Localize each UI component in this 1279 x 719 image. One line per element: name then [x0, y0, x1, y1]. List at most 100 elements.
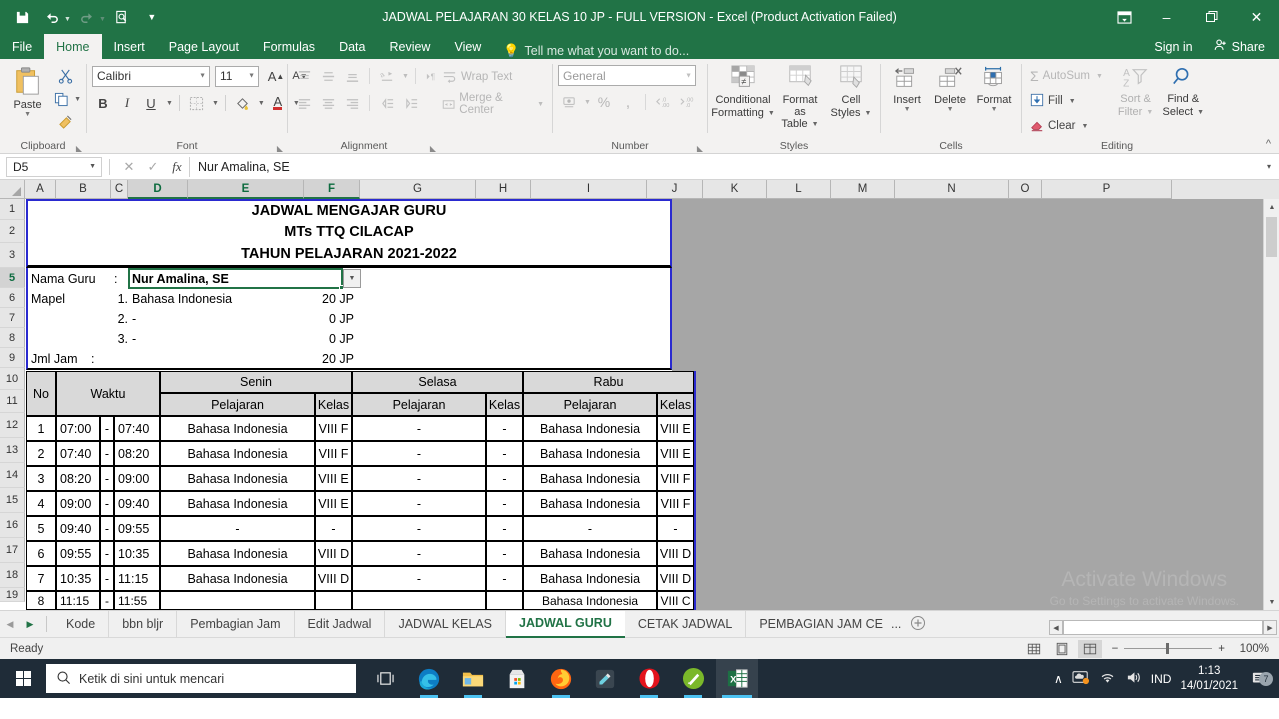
sort-filter-button[interactable]: A Z Sort & Filter ▼	[1114, 64, 1158, 120]
table-subheader-senin-kelas[interactable]: Kelas	[315, 393, 352, 416]
number-dialog-launcher-icon[interactable]: ◣	[697, 144, 703, 153]
undo-icon[interactable]	[38, 4, 66, 30]
row-header-6[interactable]: 6	[0, 288, 25, 308]
table-row-no[interactable]: 3	[26, 466, 56, 491]
merge-center-button[interactable]: Merge & Center ▼	[439, 92, 547, 116]
table-row-senin-kelas[interactable]: VIII E	[315, 491, 352, 516]
vertical-scroll-thumb[interactable]	[1266, 217, 1277, 257]
cancel-edit-button[interactable]: ✕	[117, 159, 141, 175]
tell-me-box[interactable]: 💡 Tell me what you want to do...	[493, 43, 689, 59]
name-box-dropdown-icon[interactable]: ▼	[89, 163, 96, 170]
delete-dropdown-icon[interactable]: ▼	[947, 106, 954, 113]
borders-button[interactable]	[186, 92, 208, 114]
sheet-tab-cetak-jadwal[interactable]: CETAK JADWAL	[625, 610, 747, 638]
zoom-in-button[interactable]: +	[1218, 643, 1225, 655]
sheet-tab-pembagian-jam[interactable]: Pembagian Jam	[177, 610, 295, 638]
underline-dropdown-icon[interactable]: ▼	[166, 100, 173, 107]
clipboard-dialog-launcher-icon[interactable]: ◣	[76, 144, 82, 153]
file-explorer-icon[interactable]	[452, 659, 494, 698]
fill-color-dropdown-icon[interactable]: ▼	[258, 100, 265, 107]
bold-button[interactable]: B	[92, 92, 114, 114]
orientation-dropdown-icon[interactable]: ▼	[402, 73, 409, 80]
table-row-rabu-pelajaran[interactable]: Bahasa Indonesia	[523, 416, 657, 441]
table-row-start[interactable]: 09:00	[56, 491, 100, 516]
zoom-level-label[interactable]: 100%	[1231, 643, 1269, 655]
cell-b9-colon[interactable]: :	[88, 349, 108, 369]
table-row-senin-kelas[interactable]: VIII F	[315, 416, 352, 441]
row-header-15[interactable]: 15	[0, 488, 25, 513]
table-row-selasa-pelajaran[interactable]: -	[352, 516, 486, 541]
zoom-slider[interactable]	[1124, 643, 1213, 654]
column-header-p[interactable]: P	[1042, 180, 1172, 199]
find-select-dropdown-icon[interactable]: ▼	[1197, 109, 1204, 116]
hscroll-right-icon[interactable]: ▶	[1263, 620, 1277, 635]
column-header-l[interactable]: L	[767, 180, 831, 199]
cut-button[interactable]	[50, 65, 81, 87]
table-row-end[interactable]: 10:35	[114, 541, 160, 566]
accounting-format-dropdown-icon[interactable]: ▼	[584, 99, 591, 106]
table-row-start[interactable]: 11:15	[56, 591, 100, 610]
zoom-slider-thumb[interactable]	[1166, 643, 1170, 654]
paste-button[interactable]: Paste ▼	[5, 63, 50, 120]
select-all-corner[interactable]	[0, 180, 25, 199]
save-icon[interactable]	[8, 4, 36, 30]
table-subheader-rabu-kelas[interactable]: Kelas	[657, 393, 694, 416]
autosum-button[interactable]: Σ AutoSum ▼	[1027, 65, 1112, 87]
column-header-j[interactable]: J	[647, 180, 703, 199]
table-row-rabu-pelajaran[interactable]: Bahasa Indonesia	[523, 566, 657, 591]
column-header-e[interactable]: E	[188, 180, 304, 199]
font-size-dropdown-icon[interactable]: ▼	[248, 73, 255, 80]
fill-dropdown-icon[interactable]: ▼	[1069, 98, 1076, 105]
table-row-end[interactable]: 11:15	[114, 566, 160, 591]
table-row-dash[interactable]: -	[100, 491, 114, 516]
restore-button[interactable]	[1189, 0, 1234, 34]
volume-icon[interactable]	[1125, 670, 1142, 688]
align-bottom-button[interactable]	[341, 65, 363, 87]
table-row-no[interactable]: 5	[26, 516, 56, 541]
ribbon-tab-page-layout[interactable]: Page Layout	[157, 34, 251, 59]
wps-icon[interactable]	[672, 659, 714, 698]
row-header-8[interactable]: 8	[0, 328, 25, 348]
table-row-rabu-pelajaran[interactable]: Bahasa Indonesia	[523, 491, 657, 516]
sheet-tab-jadwal-guru[interactable]: JADWAL GURU	[506, 610, 625, 638]
table-row-rabu-kelas[interactable]: VIII D	[657, 541, 694, 566]
sign-in-button[interactable]: Sign in	[1142, 40, 1204, 54]
table-row-selasa-pelajaran[interactable]: -	[352, 491, 486, 516]
table-row-selasa-kelas[interactable]: -	[486, 491, 523, 516]
cell-a5-nama-guru-label[interactable]: Nama Guru	[28, 269, 111, 289]
table-row-no[interactable]: 7	[26, 566, 56, 591]
ribbon-tab-formulas[interactable]: Formulas	[251, 34, 327, 59]
row-header-19[interactable]: 19	[0, 588, 25, 602]
table-row-dash[interactable]: -	[100, 466, 114, 491]
table-row-rabu-kelas[interactable]: VIII E	[657, 416, 694, 441]
sheet-tab-edit-jadwal[interactable]: Edit Jadwal	[295, 610, 386, 638]
table-row-senin-kelas[interactable]	[315, 591, 352, 610]
table-row-senin-kelas[interactable]: VIII D	[315, 541, 352, 566]
table-row-senin-kelas[interactable]: -	[315, 516, 352, 541]
table-row-rabu-pelajaran[interactable]: -	[523, 516, 657, 541]
table-row-senin-pelajaran[interactable]	[160, 591, 315, 610]
sheet-tab-kode[interactable]: Kode	[53, 610, 110, 638]
language-indicator[interactable]: IND	[1151, 672, 1172, 686]
active-cell-selection[interactable]	[128, 268, 344, 290]
find-select-button[interactable]: Find & Select ▼	[1159, 64, 1207, 120]
table-row-selasa-pelajaran[interactable]: -	[352, 541, 486, 566]
row-header-12[interactable]: 12	[0, 413, 25, 438]
table-row-no[interactable]: 2	[26, 441, 56, 466]
table-row-senin-pelajaran[interactable]: Bahasa Indonesia	[160, 466, 315, 491]
column-header-b[interactable]: B	[56, 180, 111, 199]
scroll-down-icon[interactable]: ▼	[1264, 594, 1279, 610]
column-header-f[interactable]: F	[304, 180, 360, 199]
font-size-combo[interactable]: 11 ▼	[215, 65, 259, 87]
confirm-edit-button[interactable]: ✓	[141, 159, 165, 175]
table-row-end[interactable]: 09:40	[114, 491, 160, 516]
copy-dropdown-icon[interactable]: ▼	[74, 96, 81, 103]
cell-f8-mapel-jp[interactable]: 0 JP	[304, 329, 358, 349]
table-row-senin-pelajaran[interactable]: Bahasa Indonesia	[160, 441, 315, 466]
start-icon[interactable]	[0, 659, 46, 698]
column-header-m[interactable]: M	[831, 180, 895, 199]
font-color-button[interactable]: A	[267, 92, 289, 114]
conditional-formatting-button[interactable]: ≠ Conditional Formatting ▼	[711, 63, 775, 121]
table-row-end[interactable]: 08:20	[114, 441, 160, 466]
font-dialog-launcher-icon[interactable]: ◣	[277, 144, 283, 153]
